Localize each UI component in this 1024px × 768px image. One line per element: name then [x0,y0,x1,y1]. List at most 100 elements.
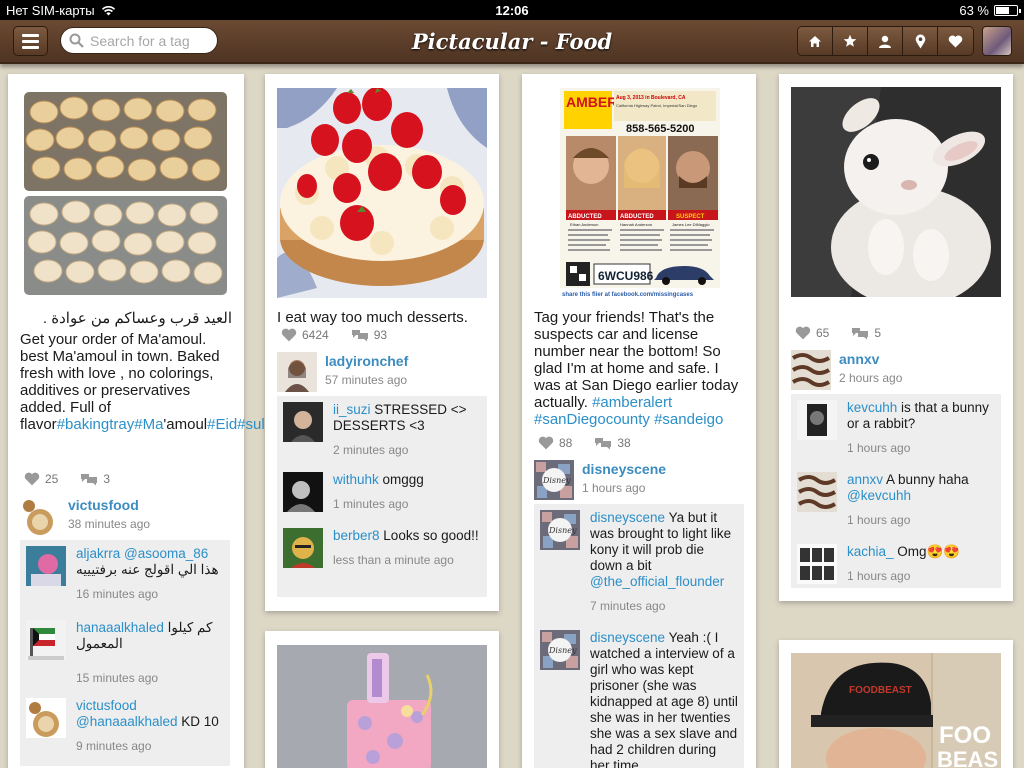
commenter-avatar[interactable] [26,546,66,586]
commenter-avatar[interactable] [26,620,66,660]
user-avatar[interactable] [982,26,1012,56]
commenter-username[interactable]: kevcuhh [847,400,897,415]
commenter-avatar[interactable]: Disney [540,630,580,670]
battery: 63 % [959,3,1021,18]
post-photo[interactable] [24,92,227,295]
comment-text: A bunny haha [883,472,969,487]
commenter-avatar[interactable] [283,472,323,512]
commenter-username[interactable]: hanaaalkhaled [76,620,164,635]
commenter-avatar[interactable] [797,544,837,584]
likes-button[interactable] [938,27,973,55]
comment-item: Disney disneyscene Ya but it was brought… [540,510,738,614]
commenter-avatar[interactable] [797,472,837,512]
hashtag-link[interactable]: #bakingtray#Ma [57,416,164,433]
username-link[interactable]: victusfood [68,496,150,514]
svg-text:Disney: Disney [542,476,571,485]
mention-link[interactable]: @the_official_flounder [590,574,724,589]
comments-list: aljakrra @asooma_86 هذا الي اقولج عنه بر… [20,540,230,766]
comment-timestamp: 7 minutes ago [590,599,666,613]
post-card[interactable]: 65 5 annxv 2 hours ago kevcuhh is that a… [779,74,1013,601]
menu-button[interactable] [13,26,48,56]
home-button[interactable] [798,27,833,55]
post-photo[interactable] [791,87,1001,297]
user-avatar[interactable]: Disney [534,460,574,500]
like-count: 88 [559,436,573,450]
comment-timestamp: 1 hours ago [847,513,911,527]
mention-link[interactable]: @hanaaalkhaled [76,714,178,729]
comment-item: berber8 Looks so good!! less than a minu… [283,528,481,568]
post-owner[interactable]: annxv 2 hours ago [791,350,902,390]
flyer-plate: 6WCU986 [598,269,654,283]
mention-link[interactable]: @kevcuhh [847,488,911,503]
search-icon [69,33,84,48]
commenter-username[interactable]: victusfood [76,698,137,713]
heart-icon[interactable] [538,436,554,450]
user-avatar[interactable] [791,350,831,390]
commenter-avatar[interactable]: Disney [540,510,580,550]
post-photo[interactable] [277,88,487,298]
heart-icon[interactable] [24,472,40,486]
comment-item: victusfood @hanaaalkhaled KD 10 9 minute… [26,698,224,754]
comments-list: kevcuhh is that a bunny or a rabbit? 1 h… [791,394,1001,588]
post-caption-arabic: العيد قرب وعساكم من عوادة . [42,310,232,327]
commenter-username[interactable]: aljakrra [76,546,120,561]
comment-timestamp: 16 minutes ago [76,587,159,601]
post-photo[interactable]: AMBER ALERT Aug 3, 2013 in Boulevard, CA… [534,88,744,298]
heart-icon[interactable] [795,326,811,340]
post-photo[interactable]: FOODBEAST FOO BEAS [791,653,1001,768]
commenter-username[interactable]: kachia_ [847,544,894,559]
commenter-username[interactable]: berber8 [333,528,380,543]
post-card[interactable]: العيد قرب وعساكم من عوادة . Get your ord… [8,74,327,768]
flyer-label: ABDUCTED [568,214,602,220]
commenter-avatar[interactable] [283,402,323,442]
comment-item: hanaaalkhaled كم كيلوا المعمول 15 minute… [26,620,224,686]
comment-bubbles-icon[interactable] [351,328,369,342]
home-icon [809,35,821,47]
location-button[interactable] [903,27,938,55]
app-header: Pictacular - Food [0,20,1024,64]
comment-count: 38 [617,436,631,450]
comment-bubbles-icon[interactable] [594,436,612,450]
commenter-username[interactable]: withuhk [333,472,379,487]
user-avatar[interactable] [20,496,60,536]
flyer-info: Aug 3, 2013 in Boulevard, CA [616,95,686,101]
post-stats: 6424 93 [281,328,387,342]
username-link[interactable]: disneyscene [582,460,666,478]
post-card[interactable] [265,631,499,768]
commenter-username[interactable]: disneyscene [590,630,665,645]
comment-text: KD 10 [177,714,219,729]
heart-icon[interactable] [281,328,297,342]
user-avatar[interactable] [277,352,317,392]
post-owner[interactable]: ladyironchef 57 minutes ago [277,352,408,392]
post-card[interactable]: AMBER ALERT Aug 3, 2013 in Boulevard, CA… [522,74,756,768]
profile-button[interactable] [868,27,903,55]
commenter-avatar[interactable] [26,698,66,738]
username-link[interactable]: ladyironchef [325,352,408,370]
comment-bubbles-icon[interactable] [851,326,869,340]
commenter-avatar[interactable] [283,528,323,568]
nav-buttons [797,26,974,56]
favorites-button[interactable] [833,27,868,55]
hamburger-icon-bar [22,39,39,43]
search-box[interactable] [60,27,218,54]
post-card[interactable]: I eat way too much desserts. 6424 93 lad… [265,74,499,611]
comment-bubbles-icon[interactable] [80,472,98,486]
post-card[interactable]: FOODBEAST FOO BEAS [779,640,1013,768]
comment-timestamp: 1 hours ago [847,441,911,455]
post-owner[interactable]: Disney disneyscene 1 hours ago [534,460,666,500]
flyer-sub: California Highway Patrol, Imperial/San … [616,103,698,108]
commenter-username[interactable]: disneyscene [590,510,665,525]
poster-text: BEAS [937,747,998,768]
comments-list: Disney disneyscene Ya but it was brought… [534,504,744,768]
username-link[interactable]: annxv [839,350,902,368]
commenter-avatar[interactable] [797,400,837,440]
flyer-phone: 858-565-5200 [626,123,695,135]
commenter-username[interactable]: annxv [847,472,883,487]
search-input[interactable] [90,32,210,49]
post-owner[interactable]: victusfood 38 minutes ago [20,496,150,536]
comment-text: Looks so good!! [379,528,479,543]
mention-link[interactable]: @asooma_86 [124,546,208,561]
commenter-username[interactable]: ii_suzi [333,402,371,417]
post-photo[interactable] [277,645,487,768]
hamburger-icon-bar [22,33,39,37]
